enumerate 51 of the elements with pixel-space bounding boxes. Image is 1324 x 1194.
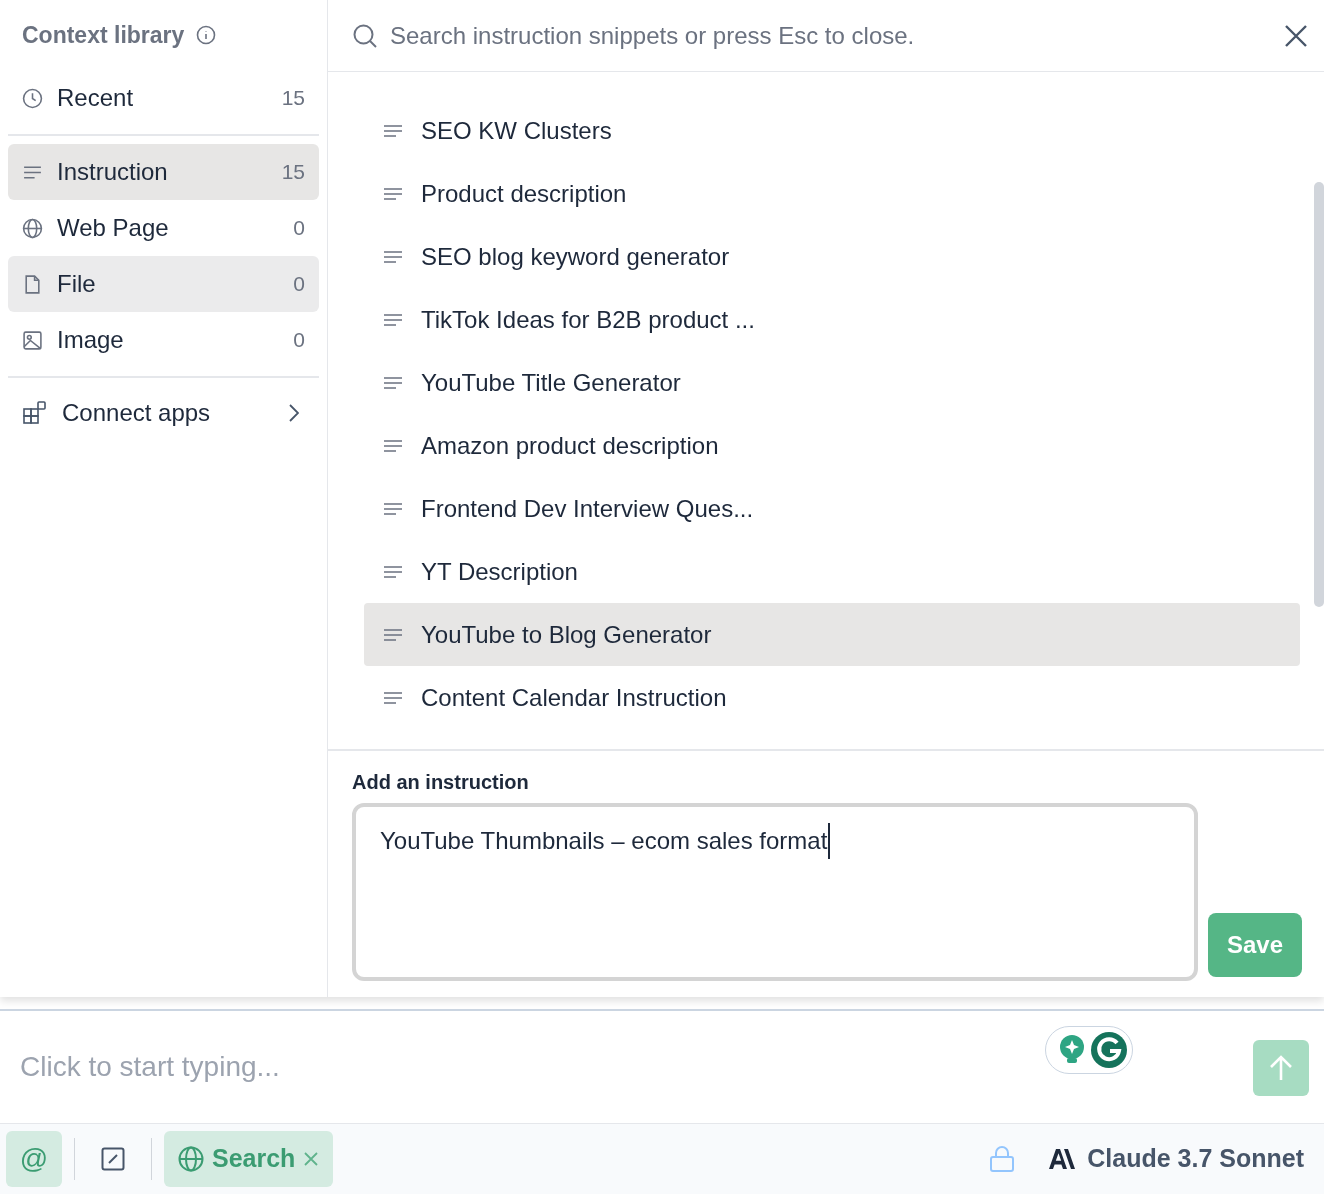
lines-icon [383, 248, 403, 265]
sidebar-item[interactable]: Instruction 15 [8, 144, 319, 200]
item-label: Connect apps [62, 398, 212, 428]
globe-icon [178, 1146, 204, 1172]
sidebar-item[interactable]: Image 0 [8, 312, 319, 368]
item-count: 15 [281, 159, 305, 186]
item-count: 0 [293, 271, 305, 298]
item-count: 0 [293, 327, 305, 354]
image-icon [22, 329, 43, 351]
item-label: Recent [57, 83, 135, 113]
field-label: Add an instruction [352, 770, 530, 795]
grammarly-widget[interactable] [1045, 1026, 1133, 1074]
lines-icon [383, 500, 403, 517]
globe-icon [22, 217, 43, 239]
model-selector[interactable]: Claude 3.7 Sonnet [1049, 1140, 1304, 1178]
instruction-input[interactable]: YouTube Thumbnails – ecom sales format [352, 803, 1198, 981]
file-icon [22, 273, 43, 295]
snippet-item[interactable]: YouTube to Blog Generator [364, 603, 1300, 666]
search-field[interactable]: Search instruction snippets or press Esc to close. [352, 17, 1284, 54]
lines-icon [383, 563, 403, 580]
anthropic-logo-icon [1049, 1149, 1078, 1169]
item-label: File [57, 269, 97, 299]
lines-icon [383, 626, 403, 643]
edit-square-icon [101, 1147, 125, 1171]
close-icon[interactable] [1284, 23, 1308, 48]
item-label: Image [57, 325, 125, 355]
search-icon [352, 22, 378, 49]
lines-icon [383, 311, 403, 328]
arrow-up-icon [1268, 1054, 1294, 1082]
item-count: 15 [281, 85, 305, 112]
info-icon[interactable] [196, 25, 217, 45]
lines-icon [383, 689, 403, 706]
chip-label: Search [212, 1143, 296, 1175]
sidebar-item[interactable]: File 0 [8, 256, 319, 312]
clock-icon [22, 87, 43, 109]
item-count: 0 [293, 215, 305, 242]
lightbulb-icon [1058, 1034, 1086, 1066]
sidebar-item[interactable]: Recent 15 [8, 70, 319, 126]
grammarly-icon [1090, 1031, 1128, 1069]
apps-icon [22, 400, 48, 426]
sidebar-item[interactable]: Web Page 0 [8, 200, 319, 256]
lines-icon [383, 374, 403, 391]
scrollbar[interactable] [1314, 182, 1324, 607]
lines-icon [383, 437, 403, 454]
lines-icon [383, 185, 403, 202]
chevron-right-icon [289, 404, 299, 422]
item-label: Web Page [57, 213, 170, 243]
sidebar-title: Context library [22, 20, 185, 50]
connect-apps-item[interactable]: Connect apps [8, 378, 319, 448]
item-label: Instruction [57, 157, 169, 187]
lines-icon [383, 122, 403, 139]
